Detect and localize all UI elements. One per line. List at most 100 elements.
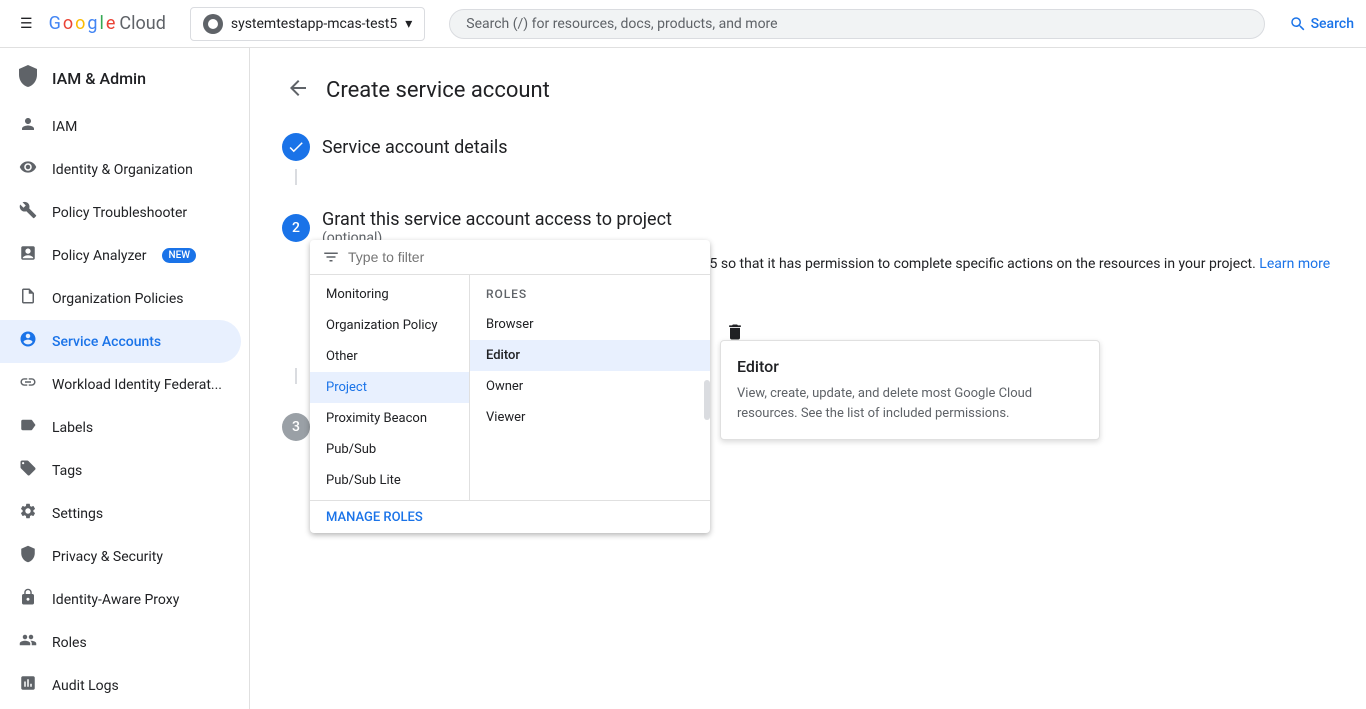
sidebar-item-tags[interactable]: Tags bbox=[0, 449, 241, 492]
labels-icon bbox=[16, 416, 40, 439]
search-icon bbox=[1289, 15, 1307, 33]
step1-connector bbox=[295, 169, 297, 185]
sidebar-item-roles[interactable]: Roles bbox=[0, 621, 241, 664]
scrollbar[interactable] bbox=[704, 380, 710, 420]
project-selector[interactable]: systemtestapp-mcas-test5 ▾ bbox=[190, 7, 425, 41]
learn-more-text: Learn more bbox=[1259, 256, 1330, 272]
workload-identity-icon bbox=[16, 373, 40, 396]
role-viewer[interactable]: Viewer bbox=[470, 402, 710, 433]
topbar-left: ☰ Google Cloud systemtestapp-mcas-test5 … bbox=[12, 7, 425, 41]
category-pubsub-lite[interactable]: Pub/Sub Lite bbox=[310, 465, 469, 496]
sidebar-item-policy-troubleshooter[interactable]: Policy Troubleshooter bbox=[0, 191, 241, 234]
category-other[interactable]: Other bbox=[310, 341, 469, 372]
sidebar-item-settings[interactable]: Settings bbox=[0, 492, 241, 535]
dropdown-body: Monitoring Organization Policy Other Pro… bbox=[310, 275, 710, 500]
sidebar: IAM & Admin IAM Identity & Organization … bbox=[0, 48, 250, 709]
manage-roles-button[interactable]: MANAGE ROLES bbox=[326, 510, 423, 525]
sidebar-header: IAM & Admin bbox=[0, 48, 249, 105]
role-browser[interactable]: Browser bbox=[470, 309, 710, 340]
iam-icon bbox=[16, 115, 40, 138]
project-dropdown-icon: ▾ bbox=[405, 16, 412, 32]
filter-icon bbox=[322, 248, 340, 266]
project-icon bbox=[203, 14, 223, 34]
sidebar-item-labels-label: Labels bbox=[52, 420, 93, 436]
dropdown-footer: MANAGE ROLES bbox=[310, 500, 710, 533]
iam-admin-icon bbox=[16, 64, 40, 93]
editor-tooltip-title: Editor bbox=[737, 357, 1083, 376]
step1-section: Service account details bbox=[282, 133, 1334, 185]
org-policies-icon bbox=[16, 287, 40, 310]
logo-e: e bbox=[106, 13, 116, 34]
search-label: Search bbox=[1311, 16, 1354, 32]
sidebar-item-service-accounts[interactable]: Service Accounts bbox=[0, 320, 241, 363]
back-arrow-icon bbox=[286, 76, 310, 100]
policy-troubleshooter-icon bbox=[16, 201, 40, 224]
filter-row bbox=[310, 240, 710, 275]
step1-title: Service account details bbox=[322, 137, 508, 158]
menu-button[interactable]: ☰ bbox=[12, 8, 41, 40]
step1-header: Service account details bbox=[282, 133, 1334, 161]
step3-number: 3 bbox=[282, 413, 310, 441]
category-project[interactable]: Project bbox=[310, 372, 469, 403]
filter-input[interactable] bbox=[348, 249, 698, 265]
audit-logs-icon bbox=[16, 674, 40, 697]
search-button[interactable]: Search bbox=[1289, 15, 1354, 33]
sidebar-item-labels[interactable]: Labels bbox=[0, 406, 241, 449]
sidebar-item-identity-aware-proxy-label: Identity-Aware Proxy bbox=[52, 592, 179, 608]
step1-check bbox=[282, 133, 310, 161]
categories-list: Monitoring Organization Policy Other Pro… bbox=[310, 275, 470, 500]
logo-cloud-text: Cloud bbox=[119, 13, 165, 34]
sidebar-item-audit-logs[interactable]: Audit Logs bbox=[0, 664, 241, 707]
sidebar-item-workload-identity[interactable]: Workload Identity Federat... bbox=[0, 363, 241, 406]
sidebar-item-workload-identity-label: Workload Identity Federat... bbox=[52, 377, 222, 393]
sidebar-item-identity-org[interactable]: Identity & Organization bbox=[0, 148, 241, 191]
sidebar-item-org-policies[interactable]: Organization Policies bbox=[0, 277, 241, 320]
project-name: systemtestapp-mcas-test5 bbox=[231, 16, 397, 32]
role-editor[interactable]: Editor bbox=[470, 340, 710, 371]
sidebar-item-iam[interactable]: IAM bbox=[0, 105, 241, 148]
sidebar-item-privacy-security[interactable]: Privacy & Security bbox=[0, 535, 241, 578]
sidebar-item-audit-logs-label: Audit Logs bbox=[52, 678, 119, 694]
logo-g2: g bbox=[87, 13, 97, 34]
sidebar-item-identity-org-label: Identity & Organization bbox=[52, 162, 193, 178]
settings-icon bbox=[16, 502, 40, 525]
sidebar-item-settings-label: Settings bbox=[52, 506, 103, 522]
page-title: Create service account bbox=[326, 78, 550, 103]
roles-list-header: Roles bbox=[470, 279, 710, 309]
sidebar-title: IAM & Admin bbox=[52, 69, 146, 88]
role-owner[interactable]: Owner bbox=[470, 371, 710, 402]
step2-connector bbox=[295, 368, 297, 384]
sidebar-item-roles-label: Roles bbox=[52, 635, 87, 651]
category-monitoring[interactable]: Monitoring bbox=[310, 279, 469, 310]
sidebar-item-policy-analyzer[interactable]: Policy Analyzer NEW bbox=[0, 234, 241, 277]
sidebar-item-iam-label: IAM bbox=[52, 119, 77, 135]
search-bar[interactable]: Search (/) for resources, docs, products… bbox=[449, 9, 1264, 39]
logo-g: G bbox=[49, 13, 61, 34]
sidebar-item-policy-analyzer-label: Policy Analyzer bbox=[52, 248, 146, 264]
editor-tooltip: Editor View, create, update, and delete … bbox=[720, 340, 1100, 440]
privacy-security-icon bbox=[16, 545, 40, 568]
sidebar-item-org-policies-label: Organization Policies bbox=[52, 291, 184, 307]
search-placeholder-text: Search (/) for resources, docs, products… bbox=[466, 16, 1247, 32]
role-dropdown: Monitoring Organization Policy Other Pro… bbox=[310, 240, 710, 533]
sidebar-item-tags-label: Tags bbox=[52, 463, 82, 479]
sidebar-item-privacy-security-label: Privacy & Security bbox=[52, 549, 163, 565]
service-accounts-icon bbox=[16, 330, 40, 353]
editor-tooltip-description: View, create, update, and delete most Go… bbox=[737, 384, 1083, 423]
page-header: Create service account bbox=[282, 72, 1334, 109]
logo-o1: o bbox=[63, 13, 73, 34]
sidebar-item-identity-aware-proxy[interactable]: Identity-Aware Proxy bbox=[0, 578, 241, 621]
step2-title: Grant this service account access to pro… bbox=[322, 209, 672, 230]
delete-icon bbox=[725, 322, 745, 342]
logo-o2: o bbox=[75, 13, 85, 34]
check-icon bbox=[287, 138, 305, 156]
category-org-policy[interactable]: Organization Policy bbox=[310, 310, 469, 341]
category-proximity-beacon[interactable]: Proximity Beacon bbox=[310, 403, 469, 434]
topbar: ☰ Google Cloud systemtestapp-mcas-test5 … bbox=[0, 0, 1366, 48]
back-button[interactable] bbox=[282, 72, 314, 109]
hamburger-icon: ☰ bbox=[20, 16, 33, 32]
step2-number: 2 bbox=[282, 214, 310, 242]
category-pubsub[interactable]: Pub/Sub bbox=[310, 434, 469, 465]
sidebar-item-policy-troubleshooter-label: Policy Troubleshooter bbox=[52, 205, 187, 221]
roles-icon bbox=[16, 631, 40, 654]
